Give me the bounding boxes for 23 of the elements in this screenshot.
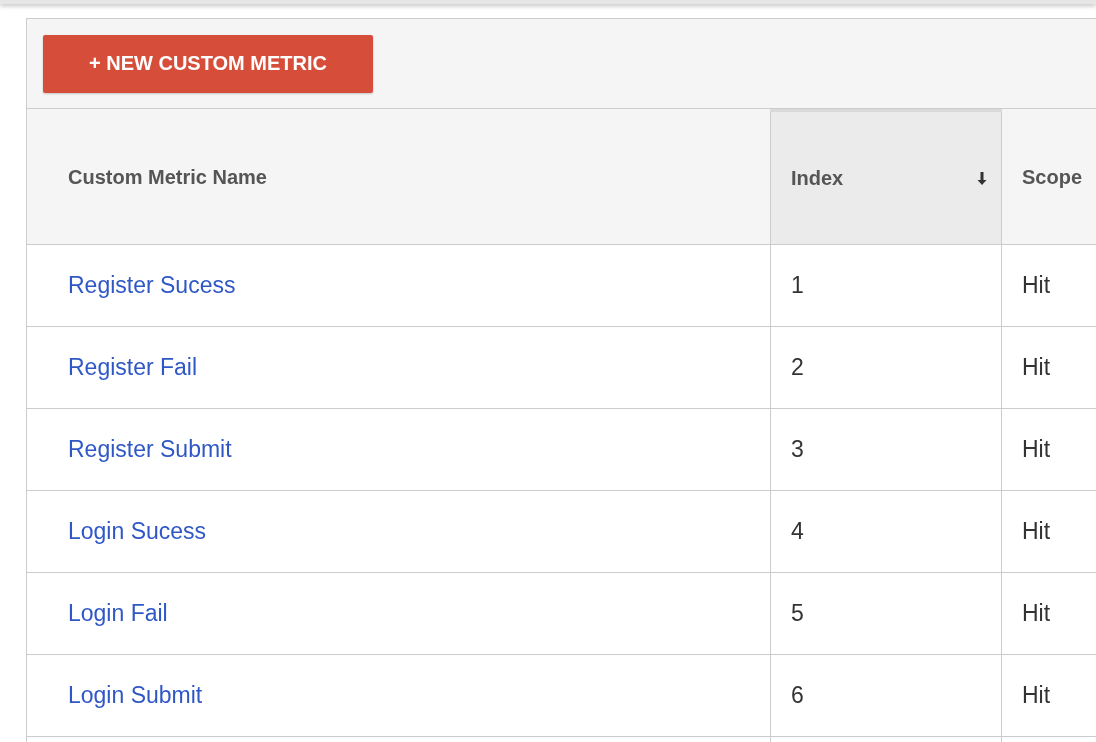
scope-text: Hit xyxy=(1022,354,1051,380)
index-text: 2 xyxy=(791,354,804,380)
scope-text: Hit xyxy=(1022,682,1051,708)
sort-down-icon xyxy=(977,171,987,185)
metric-name-link[interactable]: Login Submit xyxy=(68,682,203,708)
column-header[interactable]: Index xyxy=(770,110,1002,245)
index-text: 6 xyxy=(791,682,804,708)
index-text: 4 xyxy=(791,518,804,544)
metric-name-link[interactable]: Register Sucess xyxy=(68,272,236,298)
index-text: 3 xyxy=(791,436,804,462)
metric-name-link[interactable]: Register Fail xyxy=(68,354,198,380)
metric-name-link[interactable]: Register Submit xyxy=(68,436,232,462)
metric-name-link[interactable]: Login Fail xyxy=(68,600,168,626)
scope-text: Hit xyxy=(1022,600,1051,626)
new-custom-metric-button[interactable]: + NEW CUSTOM METRIC xyxy=(43,34,373,93)
column-header[interactable]: Custom Metric Name xyxy=(27,110,771,245)
metric-name-link[interactable]: Login Sucess xyxy=(68,518,207,544)
column-header[interactable]: Scope xyxy=(1001,110,1096,245)
scope-text: Hit xyxy=(1022,272,1051,298)
scope-text: Hit xyxy=(1022,518,1051,544)
index-text: 5 xyxy=(791,600,804,626)
scope-text: Hit xyxy=(1022,436,1051,462)
index-text: 1 xyxy=(791,272,804,298)
